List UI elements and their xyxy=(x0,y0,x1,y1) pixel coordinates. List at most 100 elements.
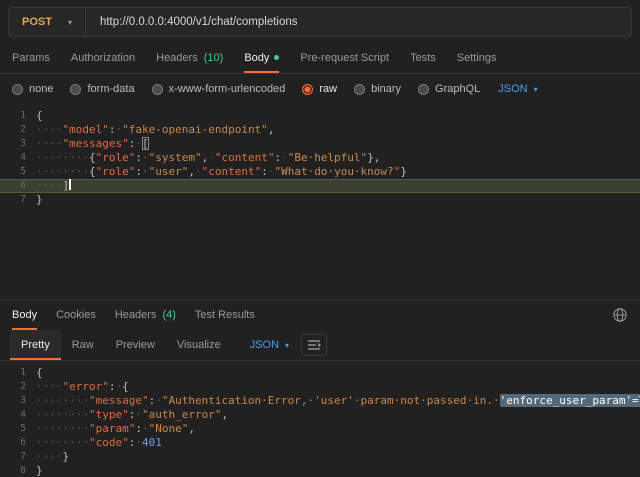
code-token: 401 xyxy=(142,436,162,449)
code-token: ········ xyxy=(36,394,89,407)
code-line[interactable]: 5········{"role":·"user",·"content":·"Wh… xyxy=(0,165,640,179)
beautify-icon[interactable] xyxy=(301,334,327,356)
globe-icon[interactable] xyxy=(612,307,628,323)
method-dropdown[interactable]: POST ▾ xyxy=(9,8,86,36)
text-cursor xyxy=(69,179,71,190)
code-token: "message" xyxy=(89,394,149,407)
view-pretty[interactable]: Pretty xyxy=(10,330,61,360)
code-text: { xyxy=(36,366,640,380)
code-token: , xyxy=(221,408,228,421)
response-language-dropdown[interactable]: JSON ▾ xyxy=(250,339,289,351)
chevron-down-icon: ▾ xyxy=(534,85,538,94)
line-number: 8 xyxy=(0,464,36,477)
body-mode-x-www-form-urlencoded[interactable]: x-www-form-urlencoded xyxy=(152,83,286,95)
view-visualize[interactable]: Visualize xyxy=(166,330,232,360)
code-line[interactable]: 5········"param":·"None", xyxy=(0,422,640,436)
code-token: ] xyxy=(63,179,70,192)
code-token: "error" xyxy=(63,380,109,393)
code-line[interactable]: 2····"error":·{ xyxy=(0,380,640,394)
response-tabs: Body Cookies Headers (4) Test Results xyxy=(0,299,640,330)
request-tabs: Params Authorization Headers (10) Body Pre-r… xyxy=(0,43,640,74)
code-token: "content" xyxy=(215,151,275,164)
code-token: ········ xyxy=(36,165,89,178)
code-token: }, xyxy=(367,151,380,164)
line-number: 1 xyxy=(0,109,36,123)
code-token: ···· xyxy=(36,450,63,463)
code-token: · xyxy=(208,151,215,164)
radio-icon xyxy=(152,84,163,95)
line-number: 5 xyxy=(0,165,36,179)
body-mode-raw[interactable]: raw xyxy=(302,83,337,95)
code-line[interactable]: 4········{"role":·"system",·"content":·"… xyxy=(0,151,640,165)
code-token: ········ xyxy=(36,422,89,435)
body-mode-row: none form-data x-www-form-urlencoded raw bin… xyxy=(0,74,640,104)
code-line[interactable]: 6········"code":·401 xyxy=(0,436,640,450)
request-language-dropdown[interactable]: JSON ▾ xyxy=(498,83,537,95)
url-text: http://0.0.0.0:4000/v1/chat/completions xyxy=(100,16,298,28)
code-token: "What·do·you·know?" xyxy=(274,165,400,178)
code-text: ········{"role":·"user",·"content":·"Wha… xyxy=(36,165,640,179)
tab-body[interactable]: Body xyxy=(12,300,37,330)
body-mode-graphql[interactable]: GraphQL xyxy=(418,83,480,95)
method-label: POST xyxy=(22,16,52,28)
tab-pre-request-script[interactable]: Pre-request Script xyxy=(300,43,389,73)
line-number: 2 xyxy=(0,380,36,394)
code-token: { xyxy=(36,366,43,379)
code-token: · xyxy=(281,151,288,164)
code-line[interactable]: 7····} xyxy=(0,450,640,464)
url-input[interactable]: http://0.0.0.0:4000/v1/chat/completions xyxy=(86,8,631,36)
body-mode-binary[interactable]: binary xyxy=(354,83,401,95)
tab-authorization[interactable]: Authorization xyxy=(71,43,135,73)
code-text: ····] xyxy=(36,179,640,193)
tab-headers[interactable]: Headers (10) xyxy=(156,43,223,73)
code-token: "user" xyxy=(149,165,189,178)
green-dot-icon xyxy=(274,55,279,60)
request-url-bar: POST ▾ http://0.0.0.0:4000/v1/chat/compl… xyxy=(0,0,640,43)
code-line[interactable]: 1{ xyxy=(0,109,640,123)
code-token: 'enforce_user_param'=True" xyxy=(500,394,640,407)
code-token: "fake-openai-endpoint" xyxy=(122,123,268,136)
tab-settings[interactable]: Settings xyxy=(457,43,497,73)
code-line[interactable]: 1{ xyxy=(0,366,640,380)
tab-params[interactable]: Params xyxy=(12,43,50,73)
body-mode-options: none form-data x-www-form-urlencoded raw bin… xyxy=(12,83,480,95)
tab-body[interactable]: Body xyxy=(244,43,279,73)
code-token: ········ xyxy=(36,408,89,421)
line-number: 5 xyxy=(0,422,36,436)
code-line[interactable]: 3········"message":·"Authentication·Erro… xyxy=(0,394,640,408)
code-line[interactable]: 4········"type":·"auth_error", xyxy=(0,408,640,422)
code-line[interactable]: 2····"model":·"fake-openai-endpoint", xyxy=(0,123,640,137)
code-token: ···· xyxy=(36,123,63,136)
code-line[interactable]: 8} xyxy=(0,464,640,477)
response-body-editor[interactable]: 1{2····"error":·{3········"message":·"Au… xyxy=(0,361,640,477)
line-number: 3 xyxy=(0,137,36,151)
tab-headers[interactable]: Headers (4) xyxy=(115,300,176,330)
code-line[interactable]: 3····"messages":·[ xyxy=(0,137,640,151)
body-mode-form-data[interactable]: form-data xyxy=(70,83,134,95)
code-token: { xyxy=(36,109,43,122)
tab-cookies[interactable]: Cookies xyxy=(56,300,96,330)
body-mode-label: GraphQL xyxy=(435,83,480,95)
code-token: } xyxy=(36,193,43,206)
body-mode-none[interactable]: none xyxy=(12,83,53,95)
code-token: , xyxy=(268,123,275,136)
body-mode-label: raw xyxy=(319,83,337,95)
code-text: ····"error":·{ xyxy=(36,380,640,394)
code-token: "content" xyxy=(202,165,262,178)
code-token: { xyxy=(122,380,129,393)
tab-tests[interactable]: Tests xyxy=(410,43,436,73)
view-raw[interactable]: Raw xyxy=(61,330,105,360)
code-text: ····"messages":·[ xyxy=(36,137,640,151)
chevron-down-icon: ▾ xyxy=(285,341,289,350)
code-token: } xyxy=(63,450,70,463)
request-body-editor[interactable]: 1{2····"model":·"fake-openai-endpoint",3… xyxy=(0,104,640,299)
code-text: ····"model":·"fake-openai-endpoint", xyxy=(36,123,640,137)
tab-test-results[interactable]: Test Results xyxy=(195,300,255,330)
code-token: ········ xyxy=(36,151,89,164)
code-line[interactable]: 7} xyxy=(0,193,640,207)
code-line[interactable]: 6····] xyxy=(0,179,640,193)
line-number: 4 xyxy=(0,408,36,422)
radio-icon xyxy=(12,84,23,95)
body-mode-label: binary xyxy=(371,83,401,95)
view-preview[interactable]: Preview xyxy=(105,330,166,360)
